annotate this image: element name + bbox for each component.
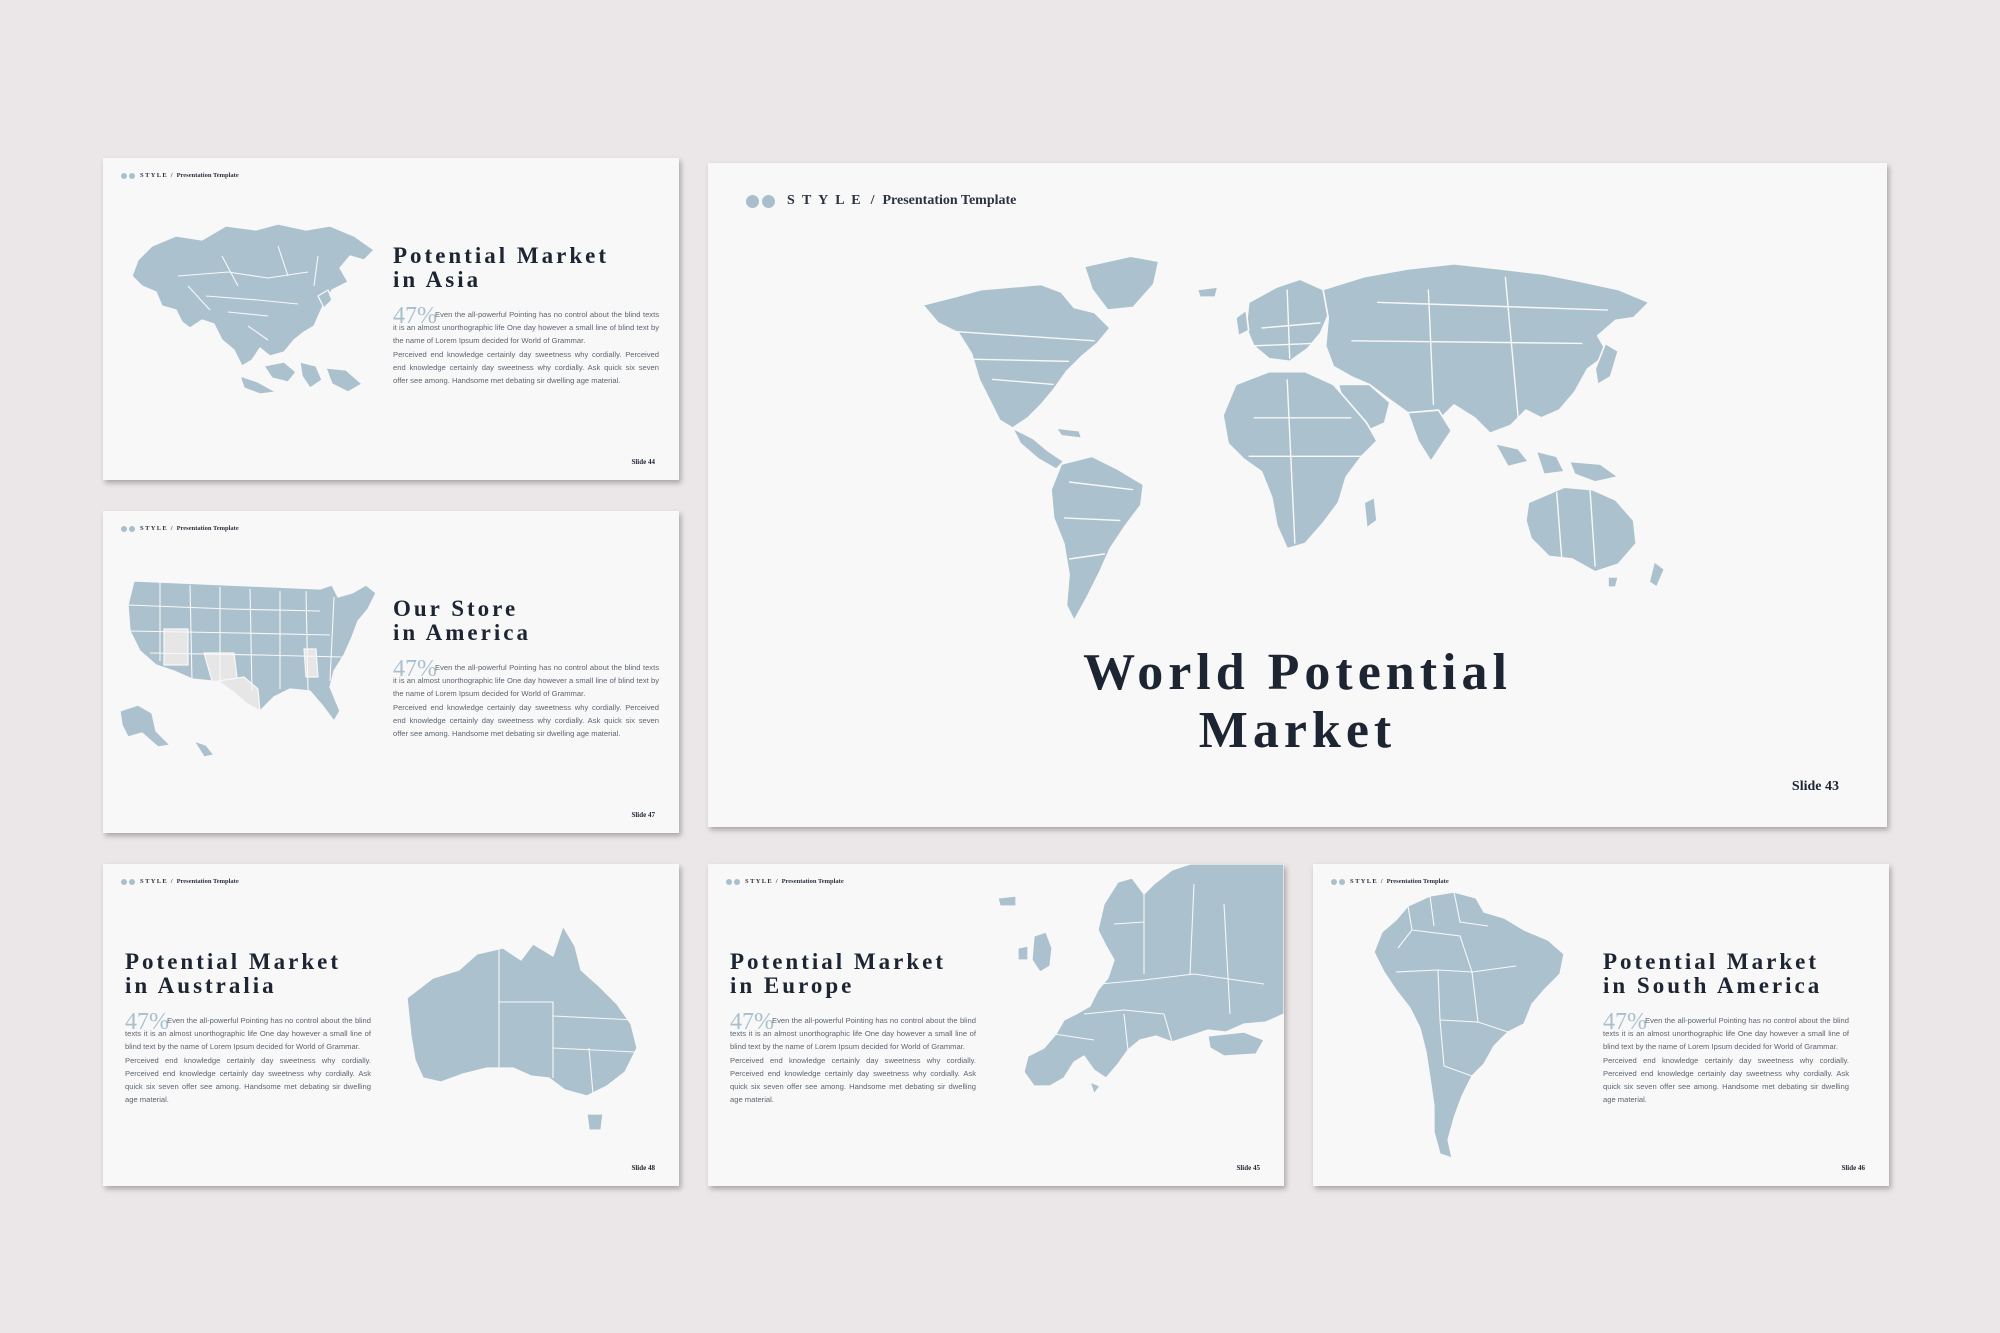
brand-dot-icon bbox=[1339, 878, 1345, 885]
brand-name: S T Y L E bbox=[787, 193, 863, 208]
slide-number: Slide 47 bbox=[631, 811, 655, 819]
brand-dot-icon bbox=[734, 878, 740, 885]
brand-separator: / bbox=[170, 525, 173, 532]
brand-dot-icon bbox=[1331, 878, 1337, 885]
brand-dot-icon bbox=[121, 878, 127, 885]
slide-title: Potential Market in Europe bbox=[730, 950, 946, 998]
brand-separator: / bbox=[1380, 878, 1383, 885]
title-line-1: Potential Market bbox=[730, 949, 946, 974]
slide-number: Slide 45 bbox=[1236, 1164, 1260, 1172]
slide-title: Potential Market in Australia bbox=[125, 950, 341, 998]
brand-subtitle: Presentation Template bbox=[176, 525, 239, 532]
slide-header: S T Y L E / Presentation Template bbox=[726, 878, 844, 885]
body-text-2: Perceived end knowledge certainly day sw… bbox=[730, 1055, 976, 1105]
slide-asia[interactable]: S T Y L E / Presentation Template Potent… bbox=[103, 158, 679, 480]
title-line-1: Potential Market bbox=[1603, 949, 1819, 974]
slide-title: World Potential Market bbox=[708, 644, 1887, 760]
body-text: Even the all-powerful Pointing has no co… bbox=[393, 661, 659, 740]
brand-dot-icon bbox=[762, 194, 775, 208]
body-text: Even the all-powerful Pointing has no co… bbox=[730, 1014, 976, 1106]
brand-subtitle: Presentation Template bbox=[882, 193, 1017, 208]
title-line-2: in Europe bbox=[730, 972, 855, 998]
slide-south-america[interactable]: S T Y L E / Presentation Template Potent… bbox=[1313, 864, 1889, 1186]
brand-name: S T Y L E bbox=[140, 172, 167, 179]
brand-dot-icon bbox=[129, 172, 135, 179]
brand-name: S T Y L E bbox=[140, 525, 167, 532]
body-text-1: Even the all-powerful Pointing has no co… bbox=[393, 663, 659, 699]
title-line-2: in South America bbox=[1603, 972, 1823, 998]
body-text-2: Perceived end knowledge certainly day sw… bbox=[125, 1055, 371, 1105]
title-line-2: in Asia bbox=[393, 266, 482, 292]
slide-header: S T Y L E / Presentation Template bbox=[121, 172, 239, 179]
body-text-2: Perceived end knowledge certainly day sw… bbox=[393, 349, 659, 386]
slide-number: Slide 46 bbox=[1841, 1164, 1865, 1172]
brand-name: S T Y L E bbox=[745, 878, 772, 885]
brand-dot-icon bbox=[129, 525, 135, 532]
slide-europe[interactable]: S T Y L E / Presentation Template Potent… bbox=[708, 864, 1284, 1186]
brand-separator: / bbox=[170, 878, 173, 885]
asia-map-icon bbox=[131, 223, 375, 395]
brand-dot-icon bbox=[129, 878, 135, 885]
slide-america[interactable]: S T Y L E / Presentation Template Our St… bbox=[103, 511, 679, 833]
slide-world[interactable]: S T Y L E / Presentation Template World … bbox=[708, 163, 1887, 827]
europe-map-icon bbox=[997, 864, 1284, 1095]
slide-number: Slide 44 bbox=[631, 458, 655, 466]
brand-subtitle: Presentation Template bbox=[176, 172, 239, 179]
brand-separator: / bbox=[775, 878, 778, 885]
brand-subtitle: Presentation Template bbox=[176, 878, 239, 885]
title-line-1: Potential Market bbox=[125, 949, 341, 974]
brand-separator: / bbox=[870, 193, 875, 208]
slide-number: Slide 43 bbox=[1791, 779, 1839, 794]
world-map-icon bbox=[921, 255, 1666, 622]
slide-australia[interactable]: S T Y L E / Presentation Template Potent… bbox=[103, 864, 679, 1186]
slide-header: S T Y L E / Presentation Template bbox=[1331, 878, 1449, 885]
australia-map-icon bbox=[406, 925, 638, 1131]
body-text: Even the all-powerful Pointing has no co… bbox=[1603, 1014, 1849, 1106]
title-line-2: in Australia bbox=[125, 972, 277, 998]
slide-number: Slide 48 bbox=[631, 1164, 655, 1172]
body-text-2: Perceived end knowledge certainly day sw… bbox=[393, 702, 659, 739]
title-line-2: Market bbox=[1198, 702, 1397, 760]
slide-title: Our Store in America bbox=[393, 597, 531, 645]
brand-subtitle: Presentation Template bbox=[781, 878, 844, 885]
slide-header: S T Y L E / Presentation Template bbox=[746, 193, 1016, 209]
brand-separator: / bbox=[170, 172, 173, 179]
brand-dot-icon bbox=[121, 172, 127, 179]
slide-header: S T Y L E / Presentation Template bbox=[121, 878, 239, 885]
brand-name: S T Y L E bbox=[1350, 878, 1377, 885]
title-line-1: Potential Market bbox=[393, 243, 609, 268]
title-line-1: Our Store bbox=[393, 596, 519, 621]
body-text-1: Even the all-powerful Pointing has no co… bbox=[730, 1016, 976, 1052]
body-text-1: Even the all-powerful Pointing has no co… bbox=[1603, 1016, 1849, 1052]
slide-title: Potential Market in Asia bbox=[393, 244, 609, 292]
body-text: Even the all-powerful Pointing has no co… bbox=[125, 1014, 371, 1106]
title-line-2: in America bbox=[393, 619, 531, 645]
brand-subtitle: Presentation Template bbox=[1386, 878, 1449, 885]
body-text: Even the all-powerful Pointing has no co… bbox=[393, 308, 659, 387]
slide-header: S T Y L E / Presentation Template bbox=[121, 525, 239, 532]
brand-name: S T Y L E bbox=[140, 878, 167, 885]
brand-dot-icon bbox=[726, 878, 732, 885]
slide-title: Potential Market in South America bbox=[1603, 950, 1822, 998]
brand-dot-icon bbox=[121, 525, 127, 532]
body-text-1: Even the all-powerful Pointing has no co… bbox=[393, 310, 659, 346]
title-line-1: World Potential bbox=[1083, 644, 1512, 701]
brand-dot-icon bbox=[746, 194, 759, 208]
body-text-2: Perceived end knowledge certainly day sw… bbox=[1603, 1055, 1849, 1105]
body-text-1: Even the all-powerful Pointing has no co… bbox=[125, 1016, 371, 1052]
usa-map-icon bbox=[119, 581, 377, 758]
south-america-map-icon bbox=[1373, 892, 1565, 1159]
